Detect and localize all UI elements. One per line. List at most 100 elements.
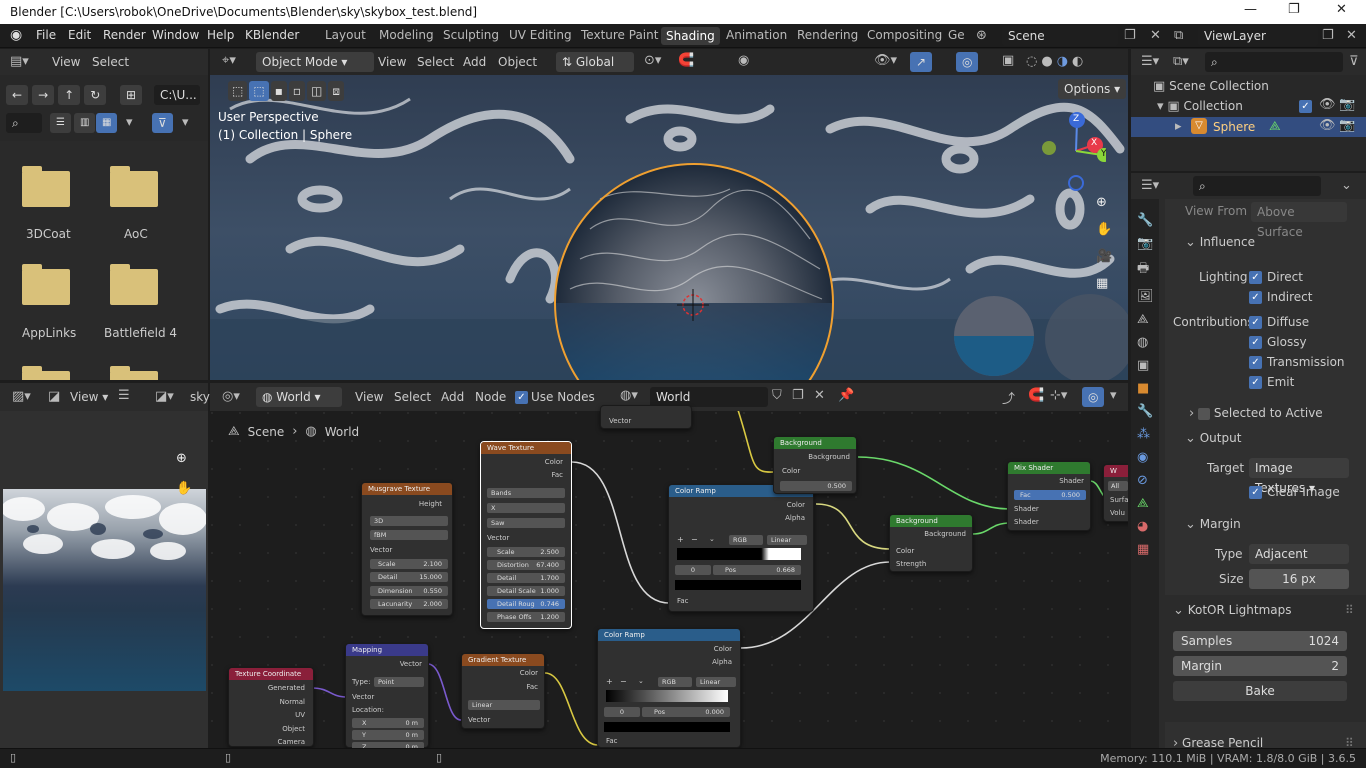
particles-icon[interactable]: ⁂ — [1137, 427, 1159, 442]
stop-position-field[interactable]: Pos 0.000 — [642, 707, 730, 717]
color-mode-dropdown[interactable]: RGB — [658, 677, 692, 687]
object-icon[interactable]: ■ — [1137, 381, 1159, 396]
editor-type-icon[interactable]: ☰▾ — [1141, 178, 1159, 193]
profile-dropdown[interactable]: Saw — [487, 518, 565, 528]
camera-view-icon[interactable]: 🎥 — [1096, 249, 1112, 264]
detail-scale-field[interactable]: Detail Scale 1.000 — [487, 586, 565, 596]
ne-select-menu[interactable]: Select — [394, 390, 431, 404]
indirect-checkbox[interactable]: ✓ — [1249, 291, 1262, 304]
render-icon[interactable]: 📷 — [1137, 236, 1159, 251]
editor-type-icon[interactable]: ☰▾ — [1141, 54, 1159, 69]
shader-node-editor[interactable]: ◎▾ ◍ World ▾ View Select Add Node ✓ Use … — [210, 383, 1128, 748]
remove-stop-icon[interactable]: − — [691, 535, 698, 544]
ramp-menu-icon[interactable]: ⌄ — [709, 535, 715, 543]
influence-subpanel[interactable]: ⌄ Influence — [1185, 235, 1255, 250]
back-arrow-icon[interactable]: ← — [6, 85, 29, 105]
wave-type-dropdown[interactable]: Bands — [487, 488, 565, 498]
eye-icon[interactable]: 👁 — [1319, 97, 1336, 112]
editor-type-icon[interactable]: ▨▾ — [12, 389, 31, 404]
margin-type-dropdown[interactable]: Adjacent Faces ▾ — [1249, 544, 1349, 581]
properties-search[interactable]: ⌕ — [1193, 176, 1321, 196]
remove-stop-icon[interactable]: − — [620, 677, 627, 686]
unlink-icon[interactable]: ✕ — [814, 388, 825, 403]
material-shading-icon[interactable]: ◑ — [1057, 54, 1068, 69]
overlay-dropdown-icon[interactable]: ▾ — [1110, 388, 1117, 403]
object-mode-dropdown[interactable]: Object Mode ▾ — [256, 52, 374, 72]
collection-row[interactable]: ▾ ▣ Collection ✓ 👁 📷 — [1157, 97, 1366, 114]
vp-object-menu[interactable]: Object — [498, 55, 537, 69]
ortho-grid-icon[interactable]: ▦ — [1096, 276, 1112, 291]
stop-index-field[interactable]: 0 — [675, 565, 711, 575]
node-color-ramp-2[interactable]: Color Ramp Color Alpha + − ⌄ RGB Linear … — [597, 628, 741, 748]
view-layer-icon[interactable]: 🖼 — [1137, 289, 1159, 304]
menu-help[interactable]: Help — [207, 28, 234, 42]
fb-path-field[interactable]: C:\U... — [154, 85, 200, 105]
proportional-edit-icon[interactable]: ◉ — [738, 53, 749, 68]
tool-cursor-icon[interactable]: ⬚ — [228, 81, 248, 101]
tab-rendering[interactable]: Rendering — [797, 28, 858, 42]
drag-handle-icon[interactable]: ⠿ — [1345, 603, 1354, 617]
vp-view-menu[interactable]: View — [378, 55, 406, 69]
world-name-field[interactable]: World — [650, 387, 768, 407]
pivot-icon[interactable]: ⊙▾ — [644, 53, 661, 68]
emit-checkbox[interactable]: ✓ — [1249, 376, 1262, 389]
select-intersect-icon[interactable]: ⧈ — [328, 81, 344, 101]
interpolation-dropdown[interactable]: Linear — [767, 535, 807, 545]
tab-animation[interactable]: Animation — [726, 28, 787, 42]
add-stop-icon[interactable]: + — [606, 677, 613, 686]
target-dropdown[interactable]: All — [1108, 481, 1128, 491]
menu-render[interactable]: Render — [103, 28, 146, 42]
kotor-margin-field[interactable]: Margin 2 — [1173, 656, 1347, 676]
rendered-shading-icon[interactable]: ◐ — [1072, 54, 1083, 69]
tab-layout[interactable]: Layout — [325, 28, 366, 42]
collection-icon[interactable]: ▣ — [1137, 358, 1159, 373]
filter-dropdown-icon[interactable]: ▾ — [182, 115, 189, 130]
location-y-field[interactable]: Y 0 m — [352, 730, 424, 740]
interpolation-dropdown[interactable]: Linear — [696, 677, 736, 687]
parent-dir-icon[interactable]: ↑ — [58, 85, 81, 105]
filter-icon[interactable]: ⊽ — [1349, 54, 1359, 69]
exclude-checkbox[interactable]: ✓ — [1299, 100, 1312, 113]
fb-search-field[interactable]: ⌕ — [6, 113, 42, 133]
node-mapping[interactable]: Mapping Vector Type: Point Vector Locati… — [345, 643, 429, 748]
forward-arrow-icon[interactable]: → — [32, 85, 55, 105]
visibility-icon[interactable]: 👁▾ — [874, 53, 897, 68]
overlay-icon[interactable]: ◎ — [956, 52, 979, 72]
options-dropdown-icon[interactable]: ⌄ — [1341, 178, 1352, 193]
blender-logo-icon[interactable]: ◉ — [10, 27, 22, 43]
xray-icon[interactable]: ▣ — [1002, 53, 1014, 68]
detail-roughness-field[interactable]: Detail Roug 0.746 — [487, 599, 565, 609]
display-settings-icon[interactable]: ▾ — [126, 115, 133, 130]
dimension-dropdown[interactable]: 3D — [370, 516, 448, 526]
glossy-checkbox[interactable]: ✓ — [1249, 336, 1262, 349]
pin-icon[interactable]: 📌 — [838, 388, 854, 403]
clear-image-checkbox[interactable]: ✓ — [1249, 486, 1262, 499]
image-name[interactable]: sky — [190, 390, 210, 404]
type-dropdown[interactable]: fBM — [370, 530, 448, 540]
display-mode-icon[interactable]: ⧉▾ — [1173, 54, 1189, 69]
ie-view-menu[interactable]: View ▾ — [70, 390, 108, 404]
direct-checkbox[interactable]: ✓ — [1249, 271, 1262, 284]
gizmo-icon[interactable]: ↗ — [910, 52, 933, 72]
tab-sculpting[interactable]: Sculpting — [443, 28, 499, 42]
tab-shading[interactable]: Shading — [661, 27, 720, 45]
select-new-icon[interactable]: ⬚ — [249, 81, 269, 101]
menu-file[interactable]: File — [36, 28, 56, 42]
output-subpanel[interactable]: ⌄ Output — [1185, 431, 1241, 446]
mapping-type-dropdown[interactable]: Point — [374, 677, 424, 687]
physics-icon[interactable]: ◉ — [1137, 450, 1159, 465]
new-scene-icon[interactable]: ❐ — [1124, 28, 1136, 43]
vp-add-menu[interactable]: Add — [463, 55, 486, 69]
stop-position-field[interactable]: Pos 0.668 — [713, 565, 801, 575]
node-world-output[interactable]: W All Surfa Volu — [1103, 464, 1128, 522]
node-mix-shader[interactable]: Mix Shader Shader Fac 0.500 Shader Shader — [1007, 461, 1091, 531]
texture-icon[interactable]: ▦ — [1137, 542, 1159, 557]
stop-color-swatch[interactable] — [675, 580, 801, 590]
options-dropdown[interactable]: Options ▾ — [1058, 79, 1127, 99]
sphere-row[interactable]: ▸ ▽ Sphere ⟁ 👁 📷 — [1131, 117, 1366, 137]
remove-scene-icon[interactable]: ✕ — [1150, 28, 1161, 43]
remove-view-layer-icon[interactable]: ✕ — [1346, 28, 1357, 43]
viewport-3d[interactable]: ⌖▾ Object Mode ▾ View Select Add Object … — [210, 49, 1128, 380]
transmission-checkbox[interactable]: ✓ — [1249, 356, 1262, 369]
hamburger-menu-icon[interactable]: ☰ — [118, 388, 130, 403]
